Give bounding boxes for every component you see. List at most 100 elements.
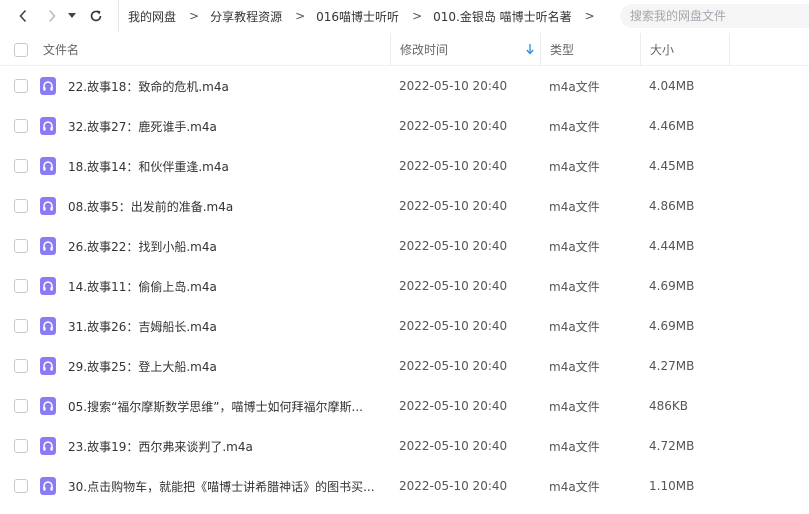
file-name[interactable]: 32.故事27：鹿死谁手.m4a [68, 106, 383, 146]
file-type: m4a文件 [549, 119, 600, 134]
column-name[interactable]: 文件名 [43, 33, 79, 66]
history-dropdown-button[interactable] [63, 4, 81, 28]
select-all-checkbox[interactable] [14, 42, 28, 57]
file-modified-time: 2022-05-10 20:40 [399, 159, 508, 173]
column-size-label: 大小 [650, 43, 675, 57]
file-row-select [14, 66, 28, 106]
breadcrumb-separator: > [295, 9, 306, 23]
file-row-checkbox[interactable] [14, 399, 28, 413]
file-row[interactable]: 32.故事27：鹿死谁手.m4a 2022-05-10 20:40 m4a文件 … [0, 106, 809, 146]
file-modified-time: 2022-05-10 20:40 [399, 79, 508, 93]
file-type: m4a文件 [549, 479, 600, 494]
column-size[interactable]: 大小 [640, 33, 730, 66]
file-row-checkbox[interactable] [14, 159, 28, 173]
refresh-button[interactable] [84, 4, 108, 28]
audio-file-icon [40, 77, 56, 95]
chevron-left-icon [19, 9, 27, 23]
file-row-select [14, 226, 28, 266]
file-name[interactable]: 29.故事25：登上大船.m4a [68, 346, 383, 386]
breadcrumb-item-share[interactable]: 分享教程资源 [210, 8, 282, 25]
file-modified-time: 2022-05-10 20:40 [399, 479, 508, 493]
file-modified-time: 2022-05-10 20:40 [399, 239, 508, 253]
audio-file-icon [40, 317, 56, 335]
column-time[interactable]: 修改时间 [390, 33, 540, 66]
file-row-checkbox[interactable] [14, 319, 28, 333]
file-name[interactable]: 26.故事22：找到小船.m4a [68, 226, 383, 266]
file-type: m4a文件 [549, 199, 600, 214]
file-row[interactable]: 22.故事18：致命的危机.m4a 2022-05-10 20:40 m4a文件… [0, 66, 809, 106]
audio-file-icon [40, 237, 56, 255]
file-row-checkbox[interactable] [14, 79, 28, 93]
file-row[interactable]: 08.故事5：出发前的准备.m4a 2022-05-10 20:40 m4a文件… [0, 186, 809, 226]
breadcrumb: 我的网盘 > 分享教程资源 > 016喵博士听听 > 010.金银岛 喵博士听名… [118, 0, 613, 32]
file-name[interactable]: 14.故事11：偷偷上岛.m4a [68, 266, 383, 306]
file-row[interactable]: 31.故事26：吉姆船长.m4a 2022-05-10 20:40 m4a文件 … [0, 306, 809, 346]
file-row[interactable]: 05.搜索“福尔摩斯数学思维”，喵博士如何拜福尔摩斯... 2022-05-10… [0, 386, 809, 426]
file-row[interactable]: 18.故事14：和伙伴重逢.m4a 2022-05-10 20:40 m4a文件… [0, 146, 809, 186]
file-row-checkbox[interactable] [14, 359, 28, 373]
file-name[interactable]: 23.故事19：西尔弗来谈判了.m4a [68, 426, 383, 466]
column-time-label: 修改时间 [400, 43, 449, 57]
file-type: m4a文件 [549, 399, 600, 414]
file-name[interactable]: 05.搜索“福尔摩斯数学思维”，喵博士如何拜福尔摩斯... [68, 386, 383, 426]
file-row-select [14, 186, 28, 226]
file-size: 4.86MB [649, 199, 695, 213]
audio-file-icon [40, 277, 56, 295]
file-type: m4a文件 [549, 239, 600, 254]
file-name[interactable]: 22.故事18：致命的危机.m4a [68, 66, 383, 106]
file-row-checkbox[interactable] [14, 439, 28, 453]
file-row-checkbox[interactable] [14, 199, 28, 213]
file-size: 1.10MB [649, 479, 695, 493]
file-row-select [14, 146, 28, 186]
file-row-checkbox[interactable] [14, 239, 28, 253]
file-row-checkbox[interactable] [14, 479, 28, 493]
file-type: m4a文件 [549, 79, 600, 94]
file-type: m4a文件 [549, 439, 600, 454]
file-row-checkbox[interactable] [14, 119, 28, 133]
file-row[interactable]: 26.故事22：找到小船.m4a 2022-05-10 20:40 m4a文件 … [0, 226, 809, 266]
search-input[interactable] [630, 9, 800, 23]
back-button[interactable] [11, 4, 35, 28]
breadcrumb-item-current[interactable]: 010.金银岛 喵博士听名著 [433, 8, 572, 25]
file-list-header: 文件名 修改时间 类型 大小 [0, 33, 809, 66]
breadcrumb-item-folder[interactable]: 016喵博士听听 [316, 8, 399, 25]
breadcrumb-separator: > [189, 9, 200, 23]
column-type[interactable]: 类型 [540, 33, 640, 66]
file-size: 4.72MB [649, 439, 695, 453]
file-size: 4.69MB [649, 319, 695, 333]
file-modified-time: 2022-05-10 20:40 [399, 119, 508, 133]
file-row[interactable]: 23.故事19：西尔弗来谈判了.m4a 2022-05-10 20:40 m4a… [0, 426, 809, 466]
file-name[interactable]: 30.点击购物车，就能把《喵博士讲希腊神话》的图书买... [68, 466, 383, 506]
audio-file-icon [40, 437, 56, 455]
file-row-select [14, 346, 28, 386]
file-name[interactable]: 31.故事26：吉姆船长.m4a [68, 306, 383, 346]
file-type: m4a文件 [549, 279, 600, 294]
breadcrumb-item-root[interactable]: 我的网盘 [128, 8, 176, 25]
file-row-select [14, 266, 28, 306]
breadcrumb-separator: > [584, 9, 595, 23]
file-row-select [14, 466, 28, 506]
file-type: m4a文件 [549, 159, 600, 174]
file-list: 22.故事18：致命的危机.m4a 2022-05-10 20:40 m4a文件… [0, 66, 809, 506]
file-name[interactable]: 08.故事5：出发前的准备.m4a [68, 186, 383, 226]
file-row-checkbox[interactable] [14, 279, 28, 293]
file-size: 4.27MB [649, 359, 695, 373]
file-name[interactable]: 18.故事14：和伙伴重逢.m4a [68, 146, 383, 186]
select-all [14, 33, 28, 66]
file-modified-time: 2022-05-10 20:40 [399, 279, 508, 293]
file-modified-time: 2022-05-10 20:40 [399, 399, 508, 413]
file-row[interactable]: 30.点击购物车，就能把《喵博士讲希腊神话》的图书买... 2022-05-10… [0, 466, 809, 506]
file-row-select [14, 386, 28, 426]
file-type: m4a文件 [549, 319, 600, 334]
audio-file-icon [40, 357, 56, 375]
search-box [620, 4, 809, 28]
column-type-label: 类型 [550, 43, 575, 57]
file-size: 4.69MB [649, 279, 695, 293]
file-row[interactable]: 29.故事25：登上大船.m4a 2022-05-10 20:40 m4a文件 … [0, 346, 809, 386]
file-modified-time: 2022-05-10 20:40 [399, 199, 508, 213]
file-row[interactable]: 14.故事11：偷偷上岛.m4a 2022-05-10 20:40 m4a文件 … [0, 266, 809, 306]
sort-down-arrow-icon [526, 44, 534, 55]
forward-button[interactable] [40, 4, 64, 28]
audio-file-icon [40, 117, 56, 135]
file-size: 4.46MB [649, 119, 695, 133]
